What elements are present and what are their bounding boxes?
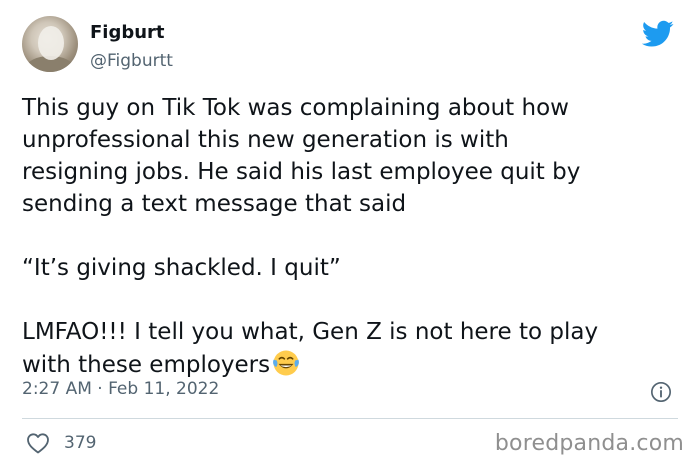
tweet-header: Figburt @Figburtt — [22, 16, 682, 82]
info-icon[interactable] — [650, 381, 672, 403]
like-count: 379 — [64, 433, 97, 453]
heart-icon[interactable] — [26, 432, 50, 454]
tweet-timestamp[interactable]: 2:27 AM · Feb 11, 2022 — [22, 379, 219, 399]
avatar[interactable] — [22, 16, 78, 72]
avatar-face-shape — [38, 26, 64, 60]
twitter-bird-icon[interactable] — [642, 20, 674, 48]
boredpanda-watermark: boredpanda.com — [494, 431, 684, 456]
tweet-line: unprofessional this new generation is wi… — [22, 127, 509, 153]
tweet-line: sending a text message that said — [22, 191, 407, 217]
tweet-line: This guy on Tik Tok was complaining abou… — [22, 95, 569, 121]
tweet-quote: “It’s giving shackled. I quit” — [22, 255, 341, 281]
display-name[interactable]: Figburt — [90, 22, 165, 43]
tweet-body: This guy on Tik Tok was complaining abou… — [22, 92, 682, 381]
divider — [22, 418, 678, 419]
user-handle[interactable]: @Figburtt — [90, 51, 173, 71]
tweet-line-with-emoji: with these employers — [22, 348, 682, 381]
face-with-tears-of-joy-icon — [273, 350, 300, 376]
tweet-line: LMFAO!!! I tell you what, Gen Z is not h… — [22, 319, 599, 345]
tweet-line-text: with these employers — [22, 352, 271, 378]
tweet-line: resigning jobs. He said his last employe… — [22, 159, 581, 185]
